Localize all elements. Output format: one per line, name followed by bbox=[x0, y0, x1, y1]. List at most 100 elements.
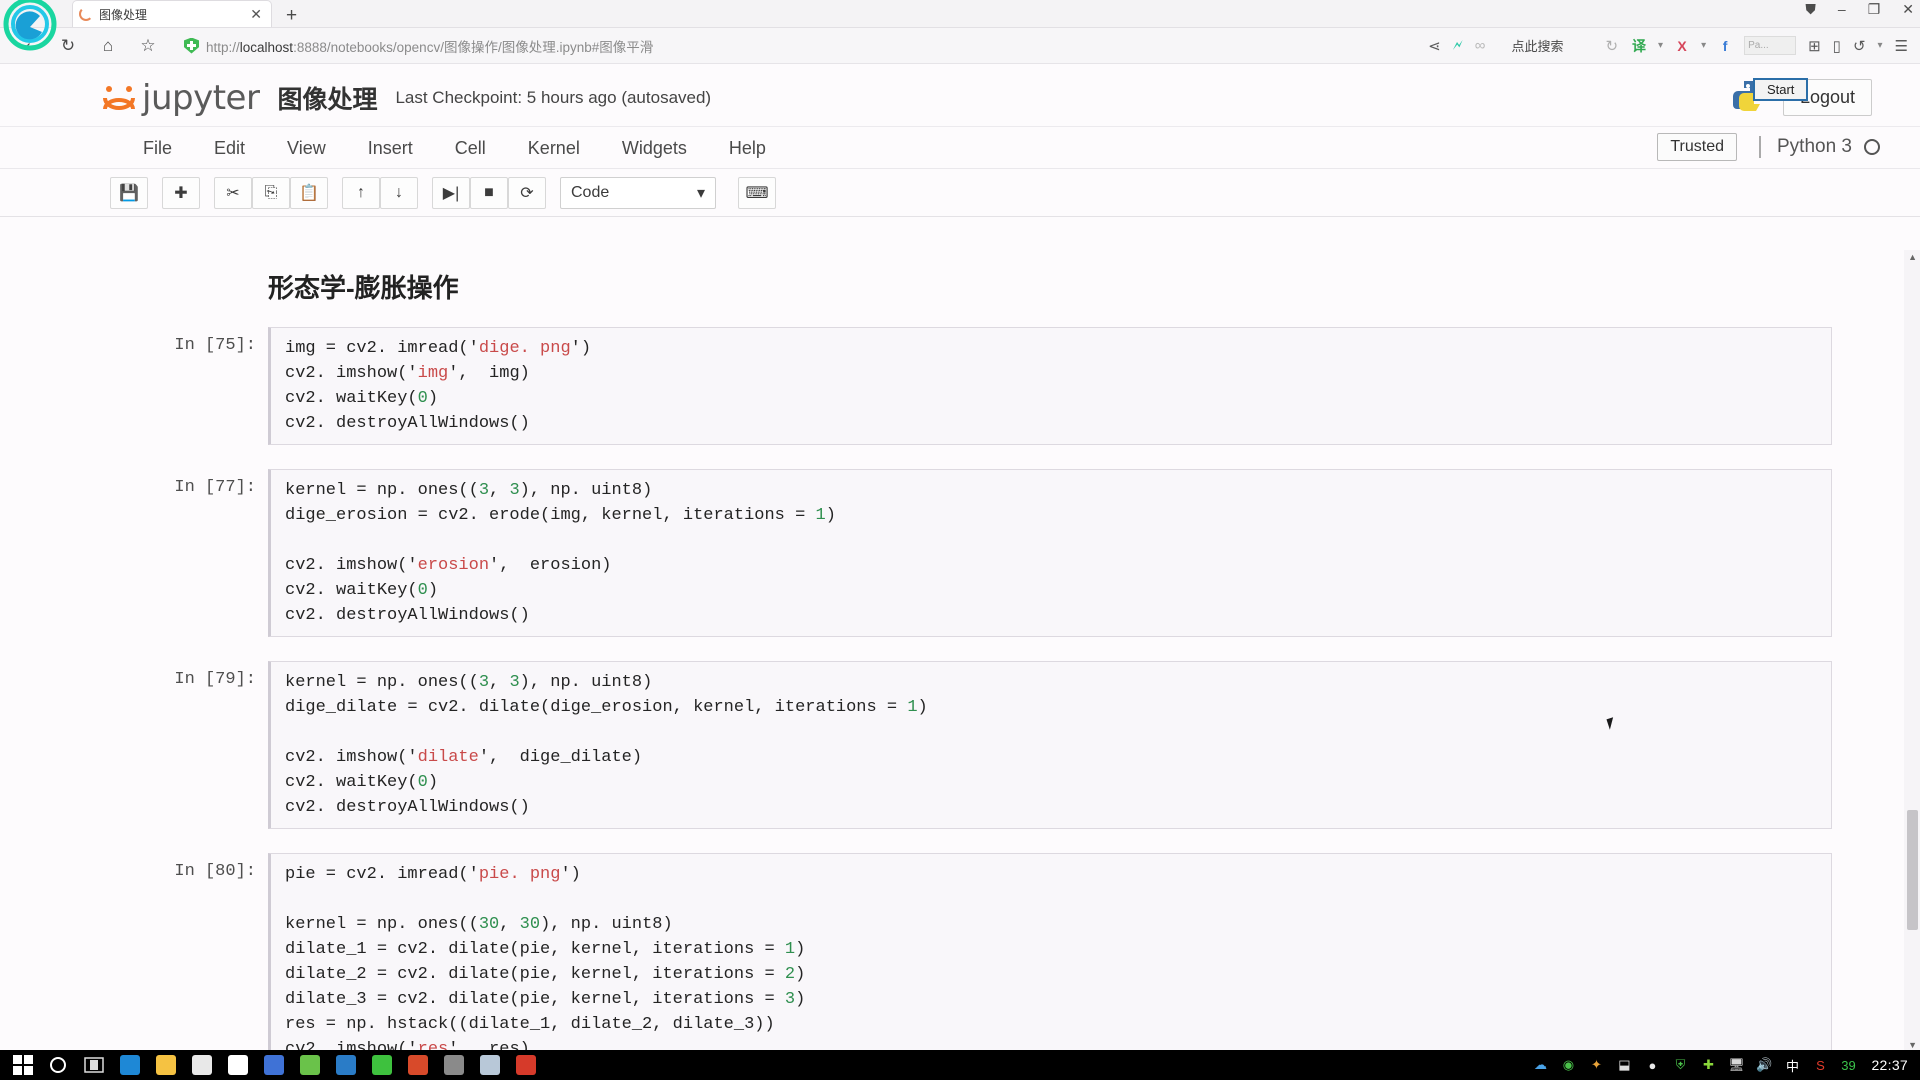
battery-badge-icon[interactable]: 39 bbox=[1839, 1056, 1857, 1074]
onedrive-icon[interactable]: ☁ bbox=[1531, 1056, 1549, 1074]
move-cell-down-button[interactable]: ↓ bbox=[380, 176, 418, 209]
insert-cell-button[interactable]: ✚ bbox=[162, 176, 200, 209]
notebook-cell[interactable]: In [79]: kernel = np. ones((3, 3), np. ui… bbox=[0, 661, 1920, 829]
cell-code-editor[interactable]: pie = cv2. imread('pie. png') kernel = n… bbox=[268, 853, 1832, 1052]
file-explorer-icon-glyph bbox=[156, 1055, 176, 1075]
taskbar-clock[interactable]: 22:37 bbox=[1871, 1057, 1908, 1073]
mail-icon[interactable] bbox=[220, 1050, 256, 1080]
browser-window: 图像处理 ✕ + ⛊ – ❐ ✕ ‹ ↻ ⌂ ☆ http://localhos… bbox=[0, 0, 1920, 1080]
cell-code-editor[interactable]: img = cv2. imread('dige. png') cv2. imsho… bbox=[268, 327, 1832, 445]
address-bar[interactable]: http://localhost:8888/notebooks/opencv/图… bbox=[184, 33, 784, 59]
cell-type-select[interactable]: Code ▾ bbox=[560, 176, 716, 209]
trusted-badge[interactable]: Trusted bbox=[1657, 133, 1737, 161]
jupyter-logo-icon bbox=[103, 86, 135, 110]
command-palette-button[interactable]: ⌨ bbox=[738, 176, 776, 209]
cell-type-value: Code bbox=[571, 183, 610, 201]
ime-icon[interactable]: 中 bbox=[1783, 1056, 1801, 1074]
task-view-icon[interactable] bbox=[76, 1050, 112, 1080]
close-window-icon[interactable]: ✕ bbox=[1902, 2, 1914, 16]
network-icon[interactable]: 🖥 bbox=[1727, 1056, 1745, 1074]
office-icon[interactable] bbox=[400, 1050, 436, 1080]
menu-insert[interactable]: Insert bbox=[347, 139, 434, 157]
undo-icon[interactable]: ↺ bbox=[1853, 37, 1866, 55]
menu-kernel[interactable]: Kernel bbox=[507, 139, 601, 157]
close-icon[interactable]: ✕ bbox=[247, 7, 265, 21]
cell-code-editor[interactable]: kernel = np. ones((3, 3), np. uint8) dige… bbox=[268, 661, 1832, 829]
jupyter-icon[interactable] bbox=[508, 1050, 544, 1080]
x-extension-icon[interactable]: X bbox=[1673, 37, 1691, 55]
extension-input[interactable]: Pa... bbox=[1744, 36, 1797, 55]
shield-green-icon[interactable]: ◉ bbox=[1559, 1056, 1577, 1074]
copy-cell-button[interactable]: ⎘ bbox=[252, 176, 290, 209]
home-icon[interactable]: ⌂ bbox=[88, 31, 128, 61]
jupyter-header: jupyter 图像处理 Last Checkpoint: 5 hours ag… bbox=[0, 64, 1920, 127]
notebook-cell[interactable]: In [77]: kernel = np. ones((3, 3), np. ui… bbox=[0, 469, 1920, 637]
menu-edit[interactable]: Edit bbox=[193, 139, 266, 157]
fox-icon[interactable]: ✦ bbox=[1587, 1056, 1605, 1074]
cell-code-editor[interactable]: kernel = np. ones((3, 3), np. uint8) dige… bbox=[268, 469, 1832, 637]
menu-cell[interactable]: Cell bbox=[434, 139, 507, 157]
usb-icon[interactable]: ⬓ bbox=[1615, 1056, 1633, 1074]
minimize-icon[interactable]: – bbox=[1838, 2, 1846, 16]
plus-icon[interactable]: ✚ bbox=[1699, 1056, 1717, 1074]
browser-green-icon[interactable] bbox=[292, 1050, 328, 1080]
app-blue-icon[interactable] bbox=[256, 1050, 292, 1080]
move-cell-up-button[interactable]: ↑ bbox=[342, 176, 380, 209]
f-extension-icon[interactable]: f bbox=[1716, 37, 1734, 55]
windows-start-icon[interactable] bbox=[6, 1050, 40, 1080]
menu-widgets[interactable]: Widgets bbox=[601, 139, 708, 157]
file-explorer-icon[interactable] bbox=[148, 1050, 184, 1080]
link-icon[interactable]: ∞ bbox=[1475, 37, 1486, 54]
guard-icon[interactable]: ⛨ bbox=[1671, 1056, 1689, 1074]
code-token: cv2. waitKey( bbox=[285, 581, 418, 600]
browser-menu-icon[interactable]: ☰ bbox=[1895, 37, 1908, 55]
sync-icon[interactable]: ↻ bbox=[1605, 37, 1618, 55]
skin-icon[interactable]: ⛊ bbox=[1805, 2, 1816, 16]
jupyter-logo[interactable]: jupyter bbox=[102, 78, 260, 118]
media-icon[interactable] bbox=[436, 1050, 472, 1080]
notebook-name[interactable]: 图像处理 bbox=[277, 80, 377, 116]
menu-file[interactable]: File bbox=[122, 139, 193, 157]
store-icon[interactable] bbox=[184, 1050, 220, 1080]
wechat-icon[interactable] bbox=[364, 1050, 400, 1080]
new-tab-button[interactable]: + bbox=[286, 6, 297, 25]
edge-icon[interactable] bbox=[112, 1050, 148, 1080]
code-token: ) bbox=[795, 990, 806, 1009]
volume-icon[interactable]: 🔊 bbox=[1755, 1056, 1773, 1074]
restart-kernel-button[interactable]: ⟳ bbox=[508, 176, 546, 209]
qq-icon[interactable]: ● bbox=[1643, 1056, 1661, 1074]
code-line: pie = cv2. imread('pie. png') bbox=[285, 862, 1831, 887]
code-token: ') bbox=[560, 865, 581, 884]
search-hint-button[interactable]: 点此搜索 bbox=[1511, 36, 1563, 55]
notebook-cell[interactable]: In [75]: img = cv2. imread('dige. png') cv… bbox=[0, 327, 1920, 445]
run-cell-button[interactable]: ▶| bbox=[432, 176, 470, 209]
mobile-view-icon[interactable]: ▯ bbox=[1833, 37, 1841, 55]
scrollbar-thumb[interactable] bbox=[1907, 810, 1918, 930]
translate-extension-icon[interactable]: 译 bbox=[1630, 37, 1648, 55]
save-button[interactable]: 💾 bbox=[110, 176, 148, 209]
snipping-icon[interactable] bbox=[472, 1050, 508, 1080]
menu-view[interactable]: View bbox=[266, 139, 347, 157]
restore-icon[interactable]: ❐ bbox=[1868, 2, 1881, 16]
url-host: localhost bbox=[239, 39, 294, 55]
paste-cell-button[interactable]: 📋 bbox=[290, 176, 328, 209]
notebook-cell[interactable]: In [80]: pie = cv2. imread('pie. png') ke… bbox=[0, 853, 1920, 1052]
cortana-icon[interactable] bbox=[40, 1050, 76, 1080]
code-token: ', erosion) bbox=[489, 556, 612, 575]
favorite-icon[interactable]: ☆ bbox=[128, 31, 168, 61]
browser-tab[interactable]: 图像处理 ✕ bbox=[72, 0, 272, 27]
sogou-icon[interactable]: S bbox=[1811, 1056, 1829, 1074]
cut-cell-button[interactable]: ✂ bbox=[214, 176, 252, 209]
share-icon[interactable]: ⋖ bbox=[1428, 37, 1441, 55]
scroll-down-icon[interactable]: ▼ bbox=[1908, 1040, 1917, 1050]
windows-taskbar: ☁ ◉ ✦ ⬓ ● ⛨ ✚ 🖥 🔊 中 S 39 22:37 bbox=[0, 1050, 1920, 1080]
kernel-indicator[interactable]: Python 3 bbox=[1759, 136, 1880, 158]
scroll-up-icon[interactable]: ▲ bbox=[1908, 252, 1917, 262]
notebook-scrollbar[interactable]: ▲ ▼ bbox=[1904, 250, 1920, 1052]
flame-icon[interactable]: 🗲 bbox=[1453, 37, 1463, 54]
menu-help[interactable]: Help bbox=[708, 139, 787, 157]
powerpoint-icon[interactable] bbox=[328, 1050, 364, 1080]
cell-list: In [75]: img = cv2. imread('dige. png') cv… bbox=[0, 327, 1920, 1052]
apps-grid-icon[interactable]: ⊞ bbox=[1808, 37, 1821, 55]
stop-kernel-button[interactable]: ■ bbox=[470, 176, 508, 209]
